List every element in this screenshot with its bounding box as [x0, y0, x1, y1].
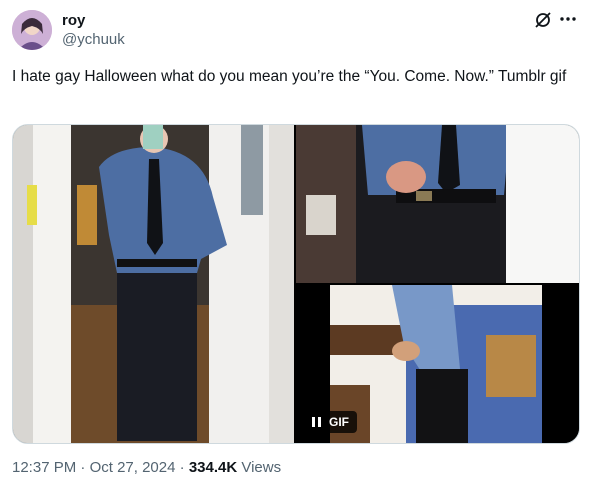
media-grid: GIF — [12, 124, 580, 444]
author-handle[interactable]: @ychuuk — [62, 31, 125, 48]
pointing-photo — [296, 125, 579, 283]
more-icon[interactable] — [557, 8, 579, 30]
tweet: roy @ychuuk I hate gay Halloween what do… — [0, 0, 591, 490]
meta-separator: · — [175, 459, 189, 476]
gif-badge[interactable]: GIF — [306, 411, 357, 433]
pause-icon[interactable] — [312, 417, 321, 427]
tweet-meta: 12:37 PM · Oct 27, 2024 · 334.4K Views — [12, 459, 281, 476]
mirror-selfie-photo — [13, 125, 294, 443]
meta-separator: · — [76, 459, 90, 476]
author-name[interactable]: roy — [62, 12, 85, 29]
views-count[interactable]: 334.4K — [189, 459, 237, 476]
gif-media[interactable]: GIF — [296, 285, 579, 443]
photo-2[interactable] — [296, 125, 579, 283]
grok-icon[interactable] — [533, 10, 553, 30]
gif-label: GIF — [329, 415, 349, 429]
avatar-image — [12, 10, 52, 50]
views-label: Views — [237, 459, 282, 476]
photo-1[interactable] — [13, 125, 294, 443]
tweet-time[interactable]: 12:37 PM — [12, 459, 76, 476]
tweet-date[interactable]: Oct 27, 2024 — [90, 459, 176, 476]
avatar[interactable] — [12, 10, 52, 50]
tweet-text: I hate gay Halloween what do you mean yo… — [12, 68, 567, 85]
